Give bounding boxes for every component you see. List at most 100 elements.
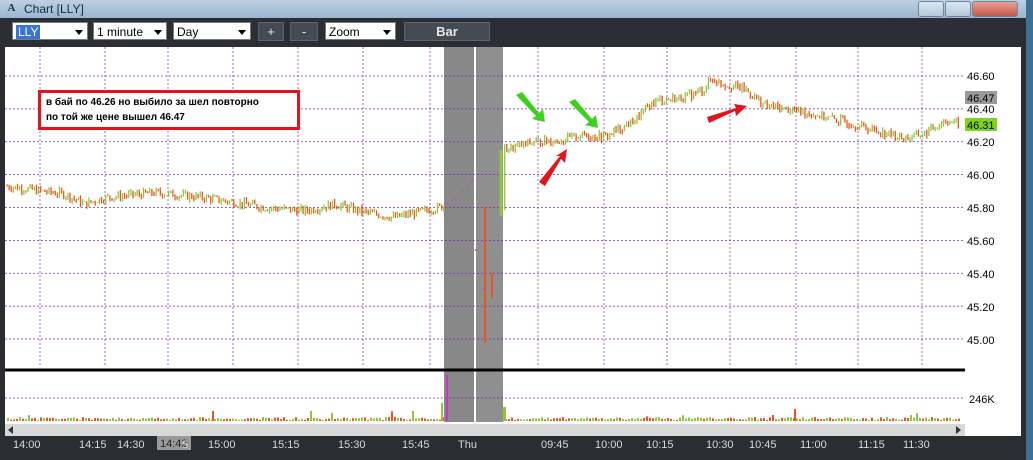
volume-bar <box>127 418 129 421</box>
volume-bar <box>421 417 423 421</box>
volume-bar <box>871 417 873 421</box>
price-tick: 45.60 <box>967 236 995 248</box>
volume-bar <box>958 418 960 421</box>
volume-bar <box>952 419 954 421</box>
volume-bar <box>508 418 510 421</box>
volume-bar <box>610 418 612 421</box>
volume-bar <box>334 419 336 421</box>
volume-bar <box>100 418 102 421</box>
volume-bar <box>745 419 747 421</box>
time-tick: 15:00 <box>208 439 236 451</box>
volume-bar <box>241 419 243 421</box>
zoom-out-button[interactable]: - <box>290 22 318 41</box>
volume-bar <box>547 417 549 421</box>
volume-bar <box>886 417 888 421</box>
volume-bar <box>844 417 846 421</box>
horizontal-scrollbar[interactable] <box>5 424 965 436</box>
symbol-select[interactable]: LLY <box>12 22 88 40</box>
volume-bar <box>892 418 894 421</box>
volume-bar <box>676 419 678 421</box>
range-select[interactable]: Day <box>173 22 251 40</box>
volume-bar <box>364 417 366 421</box>
title-bar[interactable]: A Chart [LLY] <box>0 0 1026 18</box>
chart-area[interactable]: 46.60 46.40 46.20 46.00 45.80 45.60 45.4… <box>5 47 1021 460</box>
volume-bar <box>631 418 633 421</box>
volume-bar <box>172 418 174 421</box>
dropdown-arrow-icon <box>238 30 246 35</box>
volume-bar <box>943 418 945 421</box>
volume-bar <box>709 417 711 421</box>
volume-bar <box>865 418 867 421</box>
volume-bar <box>760 418 762 421</box>
volume-bar <box>748 417 750 421</box>
volume-bar <box>130 417 132 421</box>
dropdown-arrow-icon <box>75 30 83 35</box>
volume-bar <box>775 419 777 421</box>
price-tick: 45.40 <box>967 269 995 281</box>
trade-note-line: в бай по 46.26 но выбило за шел повторно <box>46 97 259 108</box>
volume-bar <box>43 418 45 421</box>
volume-bar <box>946 417 948 421</box>
volume-bar <box>685 418 687 421</box>
volume-bar <box>949 417 951 421</box>
red-arrow-icon <box>707 104 747 123</box>
volume-bar <box>754 417 756 421</box>
volume-bar <box>403 418 405 421</box>
volume-bar <box>772 414 774 421</box>
volume-bar <box>541 417 543 421</box>
volume-bar <box>154 418 156 421</box>
window-edge <box>1021 47 1026 460</box>
volume-bar <box>604 419 606 421</box>
volume-bar <box>805 419 807 421</box>
close-icon[interactable] <box>972 1 1018 17</box>
volume-bar <box>244 419 246 421</box>
volume-bar <box>271 419 273 421</box>
volume-bar <box>10 419 12 421</box>
maximize-icon[interactable] <box>945 1 971 17</box>
volume-bar <box>520 419 522 421</box>
volume-bar <box>151 417 153 421</box>
volume-bar <box>730 417 732 421</box>
price-tick: 45.00 <box>967 335 995 347</box>
volume-bar <box>385 417 387 421</box>
volume-bar <box>922 418 924 421</box>
volume-bar <box>430 419 432 421</box>
volume-bar <box>880 417 882 421</box>
volume-bar <box>808 419 810 421</box>
volume-bar <box>658 417 660 421</box>
volume-bar <box>412 411 414 421</box>
volume-bar <box>433 419 435 421</box>
volume-bar <box>325 419 327 421</box>
volume-bar <box>838 418 840 421</box>
minimize-icon[interactable] <box>918 1 944 17</box>
volume-bar <box>406 419 408 421</box>
volume-bar <box>877 419 879 421</box>
volume-bar <box>217 418 219 421</box>
chart-type-button[interactable]: Bar <box>404 22 490 41</box>
price-tick: 46.60 <box>967 71 995 83</box>
volume-bar <box>550 419 552 421</box>
time-tick: 14:30 <box>117 439 145 451</box>
volume-bar <box>85 417 87 421</box>
time-tick: 15:15 <box>272 439 300 451</box>
volume-bar <box>441 403 443 421</box>
interval-select[interactable]: 1 minute <box>93 22 167 40</box>
volume-bar <box>694 418 696 421</box>
zoom-in-button[interactable]: + <box>258 22 284 41</box>
volume-bar <box>580 417 582 421</box>
volume-bar <box>343 417 345 421</box>
zoom-select[interactable]: Zoom <box>325 22 396 40</box>
volume-bar <box>382 419 384 421</box>
volume-bar <box>415 418 417 421</box>
volume-bar <box>931 417 933 421</box>
volume-bar <box>739 419 741 421</box>
volume-bar <box>13 419 15 421</box>
last-price-label: 46.31 <box>967 120 995 132</box>
volume-bar <box>532 418 534 421</box>
volume-bar <box>277 417 279 421</box>
volume-bar <box>268 418 270 421</box>
green-arrow-icon <box>569 99 598 128</box>
volume-bar <box>559 418 561 421</box>
volume-bar <box>907 417 909 421</box>
price-tick: 45.80 <box>967 203 995 215</box>
